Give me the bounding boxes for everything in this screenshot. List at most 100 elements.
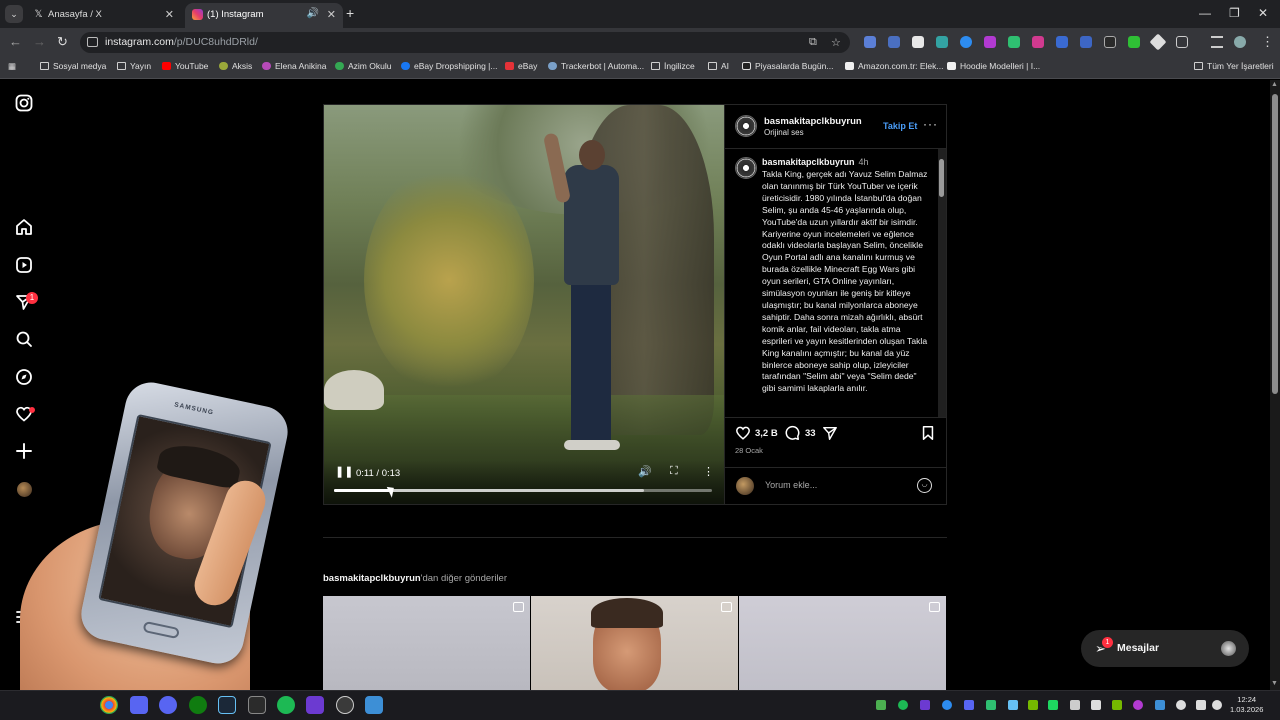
xbox-icon[interactable] [189,696,207,714]
translate-extension-icon[interactable] [864,36,876,48]
reel-video[interactable]: ❚❚ 0:11 / 0:13 🔊 ⛶ ⋮ [324,105,724,504]
bookmark-ai[interactable]: AI [708,61,729,71]
extensions-puzzle-icon[interactable] [1176,36,1188,48]
pause-icon[interactable]: ❚❚ [335,465,353,478]
install-app-icon[interactable]: ⧉ [809,36,817,49]
caption-scrollbar[interactable] [938,149,946,417]
extension-icon[interactable] [1008,36,1020,48]
related-post-thumbnail[interactable] [531,596,738,690]
tray-icon[interactable] [1048,700,1058,710]
extension-icon[interactable] [984,36,996,48]
maximize-button[interactable]: ❐ [1229,6,1240,20]
url-input[interactable]: instagram.com/p/DUC8uhdDRld/ ⧉ ☆ [80,32,850,53]
like-heart-icon[interactable] [735,425,751,446]
window-close-button[interactable]: ✕ [1258,6,1268,20]
minimize-button[interactable]: — [1199,6,1211,20]
speaker-icon[interactable]: 🔊 [307,8,319,19]
bookmark-all[interactable]: Tüm Yer İşaretleri [1194,61,1274,71]
bookmark-amazon[interactable]: Amazon.com.tr: Elek... [845,61,944,71]
extension-icon[interactable] [1056,36,1068,48]
spotify-icon[interactable] [277,696,295,714]
caption-avatar[interactable] [735,157,757,179]
more-posts-username[interactable]: basmakitapclkbuyrun [323,573,421,584]
bookmark-aksis[interactable]: Aksis [219,61,252,71]
video-more-icon[interactable]: ⋮ [703,465,714,478]
caption-scrollbar-thumb[interactable] [939,159,944,197]
tray-icon[interactable] [1155,700,1165,710]
audio-extension-icon[interactable] [888,36,900,48]
like-count[interactable]: 3,2 B [755,428,778,439]
tray-icon[interactable] [964,700,974,710]
close-icon[interactable]: ✕ [327,8,336,21]
tray-icon[interactable] [876,700,886,710]
bluetooth-icon[interactable] [942,700,952,710]
extension-icon[interactable] [1149,33,1167,51]
new-tab-button[interactable]: + [346,5,354,21]
tray-icon[interactable] [1133,700,1143,710]
bookmark-piyasalarda[interactable]: Piyasalarda Bugün... [742,61,833,71]
follow-button[interactable]: Takip Et [883,121,917,131]
instagram-logo-icon[interactable] [14,94,34,114]
site-info-icon[interactable] [87,37,98,47]
bookmark-hoodie[interactable]: Hoodie Modelleri | I... [947,61,1040,71]
taskbar-app-icon[interactable] [306,696,324,714]
tab-x[interactable]: 𝕏 Anasayfa / X ✕ [26,3,181,28]
taskbar-app-icon[interactable] [336,696,354,714]
taskbar-clock[interactable]: 12:24 1.03.2026 [1230,695,1263,715]
bookmark-yayin[interactable]: Yayın [117,61,151,71]
author-username[interactable]: basmakitapclkbuyrun [764,116,862,127]
file-explorer-icon[interactable] [365,696,383,714]
comment-count[interactable]: 33 [805,428,816,439]
extension-icon[interactable] [1032,36,1044,48]
reels-icon[interactable] [14,256,34,276]
bookmark-trackerbot[interactable]: Trackerbot | Automa... [548,61,644,71]
tray-icon[interactable] [898,700,908,710]
audio-label[interactable]: Orijinal ses [764,128,804,137]
profile-avatar[interactable] [1234,36,1246,48]
bookmark-ebay[interactable]: eBay [505,61,537,71]
search-icon[interactable] [14,330,34,350]
tray-icon[interactable] [1028,700,1038,710]
extension-icon[interactable] [936,36,948,48]
related-post-thumbnail[interactable] [739,596,946,690]
bookmark-ebay-dropshipping[interactable]: eBay Dropshipping |... [401,61,497,71]
steam-icon[interactable] [218,696,236,714]
taskbar-app-icon[interactable] [248,696,266,714]
comment-input[interactable]: Yorum ekle... [765,480,817,490]
bookmark-elena-anikina[interactable]: Elena Anikina [262,61,327,71]
comment-icon[interactable] [784,425,800,446]
home-icon[interactable] [14,218,34,238]
reading-list-icon[interactable] [1211,36,1223,48]
tray-icon[interactable] [1008,700,1018,710]
network-icon[interactable] [1196,700,1206,710]
extension-icon[interactable] [912,36,924,48]
nvidia-icon[interactable] [1112,700,1122,710]
extension-icon[interactable] [960,36,972,48]
page-scrollbar[interactable]: ▲ ▼ [1270,80,1280,690]
share-icon[interactable] [822,425,838,446]
scroll-up-icon[interactable]: ▲ [1271,81,1278,88]
create-plus-icon[interactable] [14,442,34,462]
messages-button[interactable]: ➢ 1 Mesajlar [1081,630,1249,667]
scrollbar-thumb[interactable] [1272,94,1278,394]
bookmark-ingilizce[interactable]: İngilizce [651,61,695,71]
volume-icon[interactable]: 🔊 [638,465,652,478]
apps-grid-icon[interactable]: ▦ [8,61,16,72]
bookmark-azim-okulu[interactable]: Azim Okulu [335,61,391,71]
bookmark-youtube[interactable]: YouTube [162,61,208,71]
browser-menu-icon[interactable]: ⋮ [1261,34,1274,50]
taskbar-app-icon[interactable] [130,696,148,714]
discord-icon[interactable] [159,696,177,714]
extension-icon[interactable] [1080,36,1092,48]
chrome-icon[interactable] [100,696,118,714]
tray-icon[interactable] [986,700,996,710]
forward-icon[interactable]: → [33,34,46,49]
extension-icon[interactable] [1104,36,1116,48]
extension-icon[interactable] [1128,36,1140,48]
caption-username[interactable]: basmakitapclkbuyrun [762,157,855,167]
scroll-down-icon[interactable]: ▼ [1271,680,1278,687]
tray-icon[interactable] [1070,700,1080,710]
close-icon[interactable]: ✕ [165,8,174,21]
fullscreen-icon[interactable]: ⛶ [670,465,678,478]
related-post-thumbnail[interactable] [323,596,530,690]
